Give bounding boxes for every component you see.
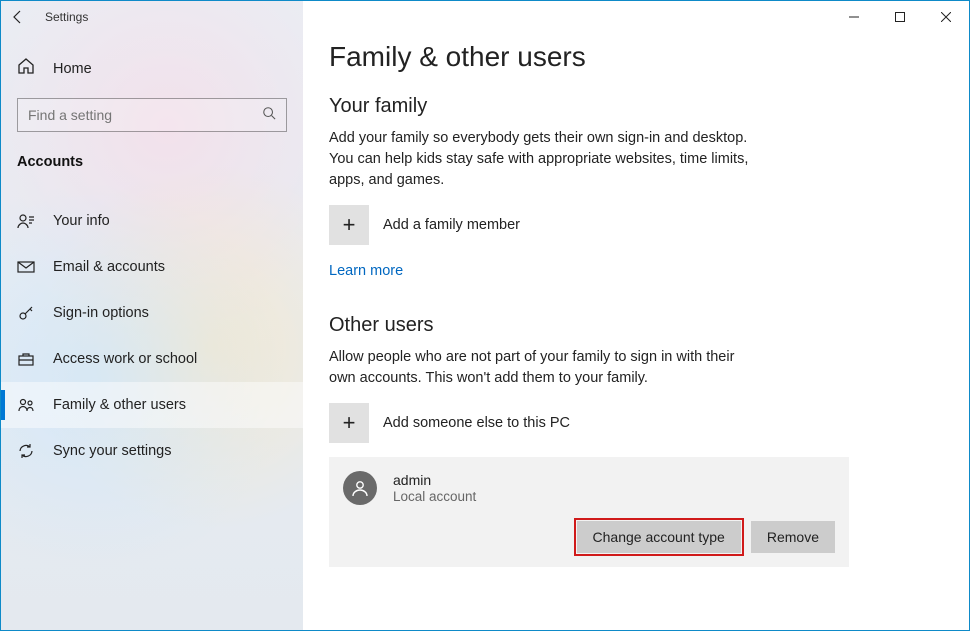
sidebar-item-label: Family & other users xyxy=(53,397,186,413)
sidebar-item-label: Email & accounts xyxy=(53,259,165,275)
search-input-container[interactable] xyxy=(17,98,287,132)
main-content: Family & other users Your family Add you… xyxy=(303,1,969,630)
minimize-button[interactable] xyxy=(831,2,877,32)
other-users-heading: Other users xyxy=(329,314,943,337)
search-input[interactable] xyxy=(28,107,239,123)
sidebar-home[interactable]: Home xyxy=(1,49,303,92)
maximize-button[interactable] xyxy=(877,2,923,32)
people-icon xyxy=(17,396,35,414)
add-other-user-button[interactable]: + Add someone else to this PC xyxy=(329,403,943,443)
change-account-type-button[interactable]: Change account type xyxy=(577,521,741,553)
sidebar-item-signin-options[interactable]: Sign-in options xyxy=(1,290,303,336)
close-button[interactable] xyxy=(923,2,969,32)
sidebar-item-label: Your info xyxy=(53,213,110,229)
back-button[interactable] xyxy=(9,8,27,26)
briefcase-icon xyxy=(17,350,35,368)
sidebar-category-label: Accounts xyxy=(1,146,303,180)
family-description: Add your family so everybody gets their … xyxy=(329,128,759,191)
sidebar: Home Accounts Your info xyxy=(1,1,303,630)
user-card[interactable]: admin Local account Change account type … xyxy=(329,457,849,567)
search-icon xyxy=(262,106,276,125)
user-info-icon xyxy=(17,212,35,230)
page-title: Family & other users xyxy=(329,41,943,73)
sidebar-item-access-work-school[interactable]: Access work or school xyxy=(1,336,303,382)
family-heading: Your family xyxy=(329,95,943,118)
user-name: admin xyxy=(393,472,476,489)
plus-icon: + xyxy=(329,403,369,443)
key-icon xyxy=(17,304,35,322)
sync-icon xyxy=(17,442,35,460)
learn-more-link[interactable]: Learn more xyxy=(329,263,403,279)
sidebar-item-your-info[interactable]: Your info xyxy=(1,198,303,244)
sidebar-item-label: Access work or school xyxy=(53,351,197,367)
add-family-label: Add a family member xyxy=(383,217,520,233)
mail-icon xyxy=(17,258,35,276)
sidebar-item-label: Sign-in options xyxy=(53,305,149,321)
sidebar-item-sync-settings[interactable]: Sync your settings xyxy=(1,428,303,474)
titlebar: Settings xyxy=(1,1,969,33)
window-controls xyxy=(831,2,969,32)
sidebar-nav: Your info Email & accounts Sign-in optio… xyxy=(1,198,303,474)
window-title: Settings xyxy=(45,10,88,24)
sidebar-item-email-accounts[interactable]: Email & accounts xyxy=(1,244,303,290)
remove-user-button[interactable]: Remove xyxy=(751,521,835,553)
user-subtitle: Local account xyxy=(393,489,476,504)
sidebar-item-family-other-users[interactable]: Family & other users xyxy=(1,382,303,428)
sidebar-home-label: Home xyxy=(53,61,92,77)
add-other-label: Add someone else to this PC xyxy=(383,415,570,431)
plus-icon: + xyxy=(329,205,369,245)
add-family-member-button[interactable]: + Add a family member xyxy=(329,205,943,245)
sidebar-item-label: Sync your settings xyxy=(53,443,171,459)
home-icon xyxy=(17,57,35,80)
avatar xyxy=(343,471,377,505)
other-users-description: Allow people who are not part of your fa… xyxy=(329,347,759,389)
